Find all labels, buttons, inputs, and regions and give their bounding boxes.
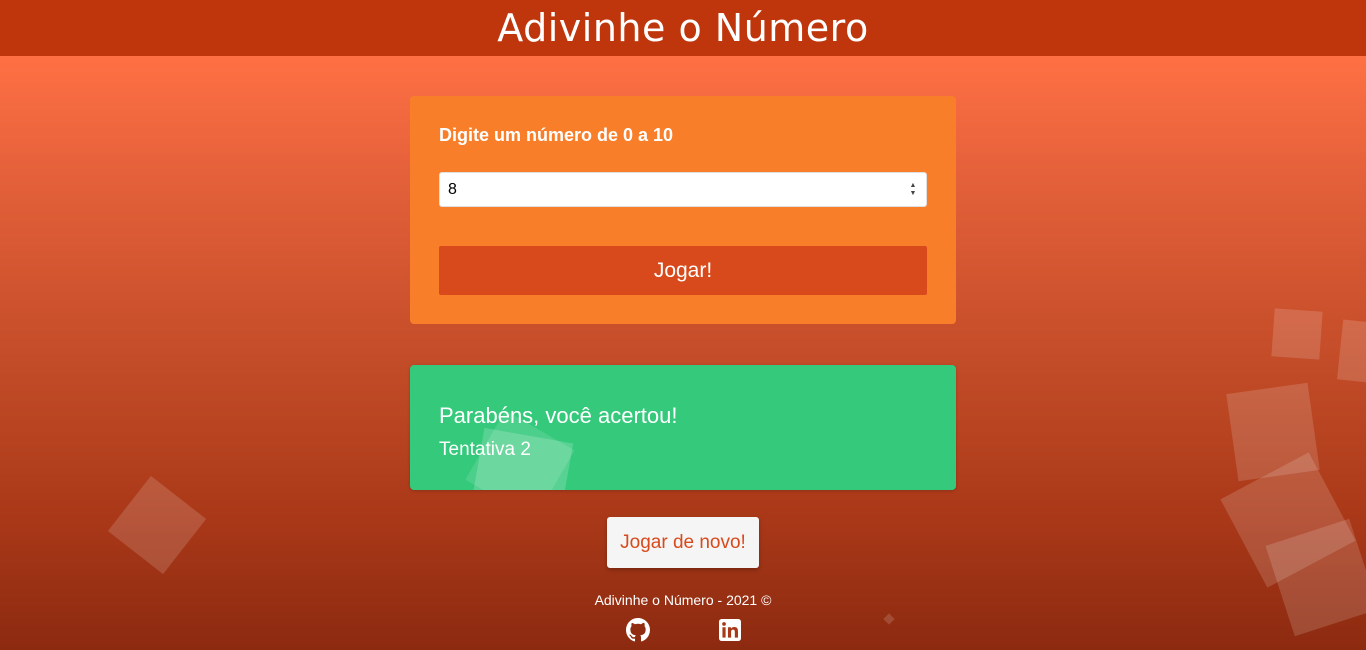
- number-stepper[interactable]: ▲ ▼: [906, 180, 920, 199]
- decorative-square: [1271, 308, 1323, 360]
- decorative-square: [1337, 319, 1366, 385]
- github-link[interactable]: [626, 618, 650, 642]
- result-panel: Parabéns, você acertou! Tentativa 2: [410, 365, 956, 490]
- stepper-up-icon[interactable]: ▲: [910, 182, 917, 190]
- play-button[interactable]: Jogar!: [439, 246, 927, 295]
- linkedin-icon: [719, 619, 741, 641]
- attempt-count: Tentativa 2: [439, 439, 531, 460]
- success-message: Parabéns, você acertou!: [439, 403, 678, 428]
- decorative-square: [107, 475, 207, 575]
- guess-prompt: Digite um número de 0 a 10: [439, 125, 674, 145]
- footer-text: Adivinhe o Número - 2021 ©: [594, 592, 772, 608]
- stepper-down-icon[interactable]: ▼: [910, 190, 917, 198]
- number-input[interactable]: [439, 172, 927, 207]
- play-again-button[interactable]: Jogar de novo!: [607, 517, 759, 568]
- app-header: Adivinhe o Número: [0, 0, 1366, 56]
- github-icon: [626, 618, 650, 642]
- linkedin-link[interactable]: [718, 618, 742, 642]
- page-title: Adivinhe o Número: [497, 6, 869, 50]
- decorative-square: [883, 613, 895, 625]
